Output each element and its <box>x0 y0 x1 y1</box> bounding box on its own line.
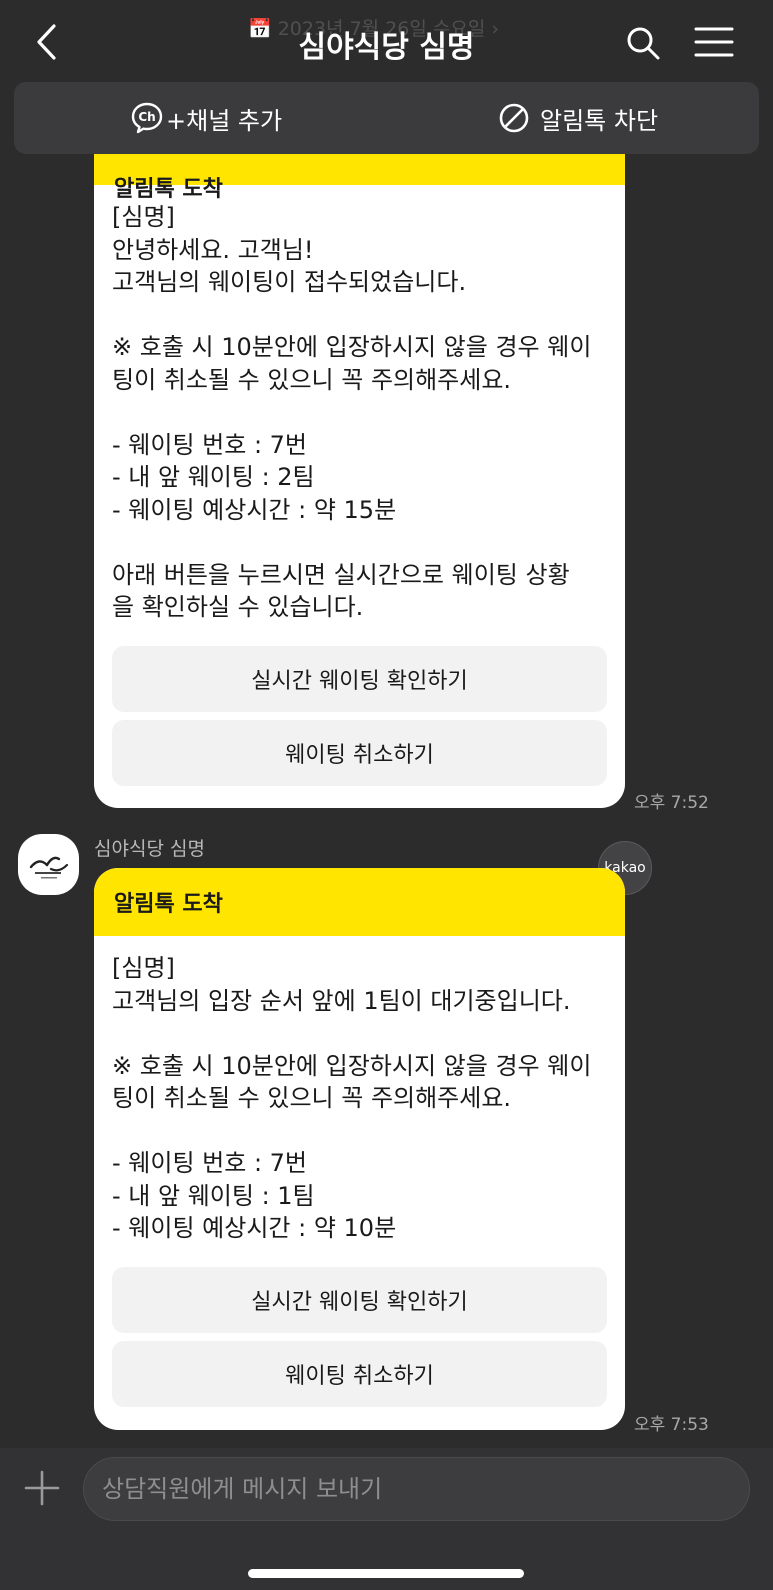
channel-action-bar: Ch +채널 추가 알림톡 차단 <box>14 82 759 154</box>
cancel-waiting-button[interactable]: 웨이팅 취소하기 <box>112 1340 607 1407</box>
avatar[interactable] <box>18 834 79 895</box>
sender-name: 심야식당 심명 <box>94 838 205 860</box>
message-line: [심명] <box>112 954 175 982</box>
message-body: [심명] 안녕하세요. 고객님! 고객님의 웨이팅이 접수되었습니다. ※ 호출… <box>94 185 625 786</box>
message-line: 팅이 취소될 수 있으니 꼭 주의해주세요. <box>112 365 512 394</box>
message-line: - 웨이팅 예상시간 : 약 10분 <box>112 1214 397 1242</box>
block-alimtalk-button[interactable]: 알림톡 차단 <box>498 82 658 154</box>
block-alimtalk-label: 알림톡 차단 <box>540 106 659 135</box>
block-icon <box>499 103 529 133</box>
message-line: ※ 호출 시 10분안에 입장하시지 않을 경우 웨이 <box>112 333 592 361</box>
message-body: [심명] 고객님의 입장 순서 앞에 1팀이 대기중입니다. ※ 호출 시 10… <box>94 936 625 1407</box>
menu-button[interactable] <box>694 26 734 58</box>
search-icon <box>627 27 660 60</box>
check-realtime-waiting-button[interactable]: 실시간 웨이팅 확인하기 <box>112 645 607 712</box>
message-line: 아래 버튼을 누르시면 실시간으로 웨이팅 상황 <box>112 560 570 589</box>
cancel-waiting-button[interactable]: 웨이팅 취소하기 <box>112 719 607 786</box>
check-realtime-waiting-button[interactable]: 실시간 웨이팅 확인하기 <box>112 1266 607 1333</box>
message-line: 을 확인하실 수 있습니다. <box>112 593 364 621</box>
hamburger-menu-icon <box>694 27 734 57</box>
alimtalk-message-card: 알림톡 도착 [심명] 고객님의 입장 순서 앞에 1팀이 대기중입니다. ※ … <box>94 868 625 1430</box>
restaurant-logo-icon <box>29 856 68 878</box>
channel-ch-icon: Ch <box>131 102 163 134</box>
message-line: - 웨이팅 번호 : 7번 <box>112 430 308 459</box>
add-channel-button[interactable]: Ch +채널 추가 <box>130 82 282 154</box>
top-bar: 📅 2023년 7월 26일 수요일 › 심야식당 심명 <box>0 0 773 82</box>
message-line: 팅이 취소될 수 있으니 꼭 주의해주세요. <box>112 1084 512 1112</box>
message-timestamp: 오후 7:53 <box>634 1415 709 1435</box>
message-buttons: 실시간 웨이팅 확인하기 웨이팅 취소하기 <box>112 1266 607 1407</box>
message-line: 안녕하세요. 고객님! <box>112 235 314 264</box>
message-line: - 내 앞 웨이팅 : 2팀 <box>112 463 315 491</box>
svg-text:Ch: Ch <box>138 110 155 124</box>
message-line: 고객님의 웨이팅이 접수되었습니다. <box>112 268 467 296</box>
message-line: - 웨이팅 예상시간 : 약 15분 <box>112 495 397 524</box>
message-header: 알림톡 도착 <box>94 868 625 936</box>
message-line: ※ 호출 시 10분안에 입장하시지 않을 경우 웨이 <box>112 1051 592 1080</box>
message-timestamp: 오후 7:52 <box>634 793 709 813</box>
plus-icon <box>24 1470 60 1506</box>
attach-button[interactable] <box>24 1470 60 1506</box>
search-button[interactable] <box>624 24 662 62</box>
message-line: - 내 앞 웨이팅 : 1팀 <box>112 1181 315 1210</box>
add-channel-label: +채널 추가 <box>166 106 283 135</box>
message-input[interactable] <box>83 1457 750 1521</box>
message-line: [심명] <box>112 203 175 231</box>
alimtalk-message-card: 알림톡 도착 [심명] 안녕하세요. 고객님! 고객님의 웨이팅이 접수되었습니… <box>94 130 625 808</box>
message-line: - 웨이팅 번호 : 7번 <box>112 1149 308 1177</box>
message-buttons: 실시간 웨이팅 확인하기 웨이팅 취소하기 <box>112 645 607 786</box>
message-line: 고객님의 입장 순서 앞에 1팀이 대기중입니다. <box>112 986 571 1015</box>
home-indicator <box>248 1569 524 1578</box>
